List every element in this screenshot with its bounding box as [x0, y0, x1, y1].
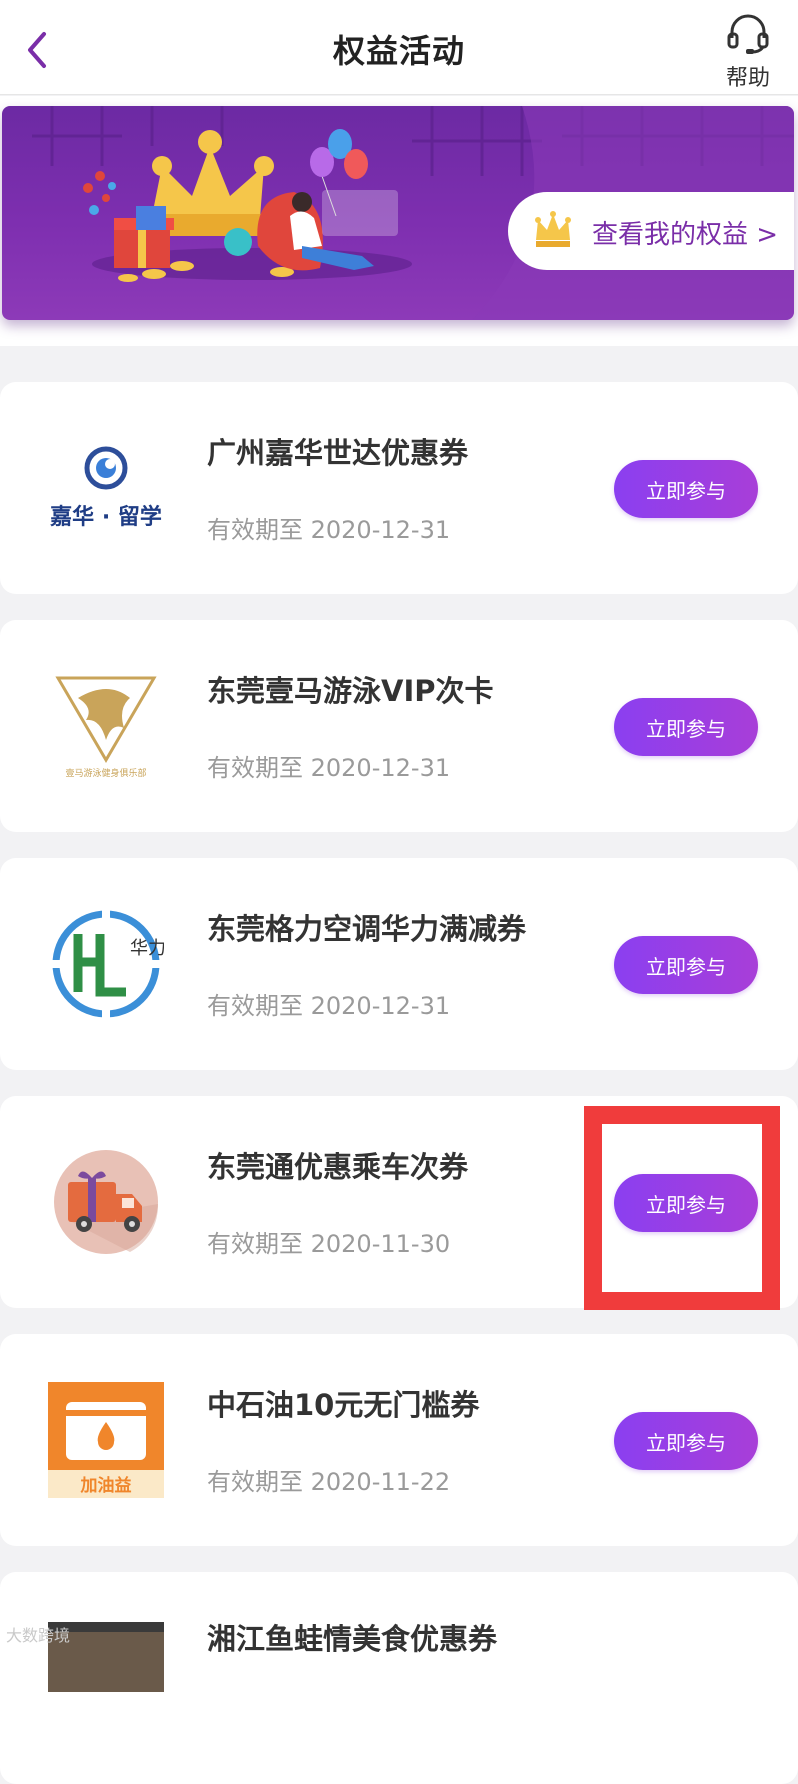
- join-button[interactable]: 立即参与: [614, 1174, 758, 1232]
- activity-name: 广州嘉华世达优惠券: [207, 436, 469, 470]
- activity-name: 东莞通优惠乘车次券: [207, 1150, 469, 1184]
- view-my-rights-button[interactable]: 查看我的权益 >: [508, 192, 794, 270]
- activity-card[interactable]: 东莞通优惠乘车次券 有效期至 2020-11-30 立即参与: [0, 1096, 798, 1308]
- banner-section: 查看我的权益 >: [0, 96, 798, 346]
- activity-card[interactable]: 嘉华 · 留学 广州嘉华世达优惠券 有效期至 2020-12-31 立即参与: [0, 382, 798, 594]
- view-my-rights-label: 查看我的权益 >: [592, 220, 779, 250]
- activity-expiry: 有效期至 2020-12-31: [207, 516, 451, 544]
- activity-name: 东莞壹马游泳VIP次卡: [207, 674, 494, 708]
- help-label: 帮助: [725, 66, 770, 91]
- activity-card[interactable]: 湘江鱼蛙情美食优惠券: [0, 1572, 798, 1784]
- delivery-truck-gift-icon: [54, 1150, 159, 1254]
- activity-expiry: 有效期至 2020-12-31: [207, 754, 451, 782]
- headset-icon: [727, 14, 769, 54]
- join-button[interactable]: 立即参与: [614, 460, 758, 518]
- activity-card[interactable]: 加油益 中石油10元无门槛券 有效期至 2020-11-22 立即参与: [0, 1334, 798, 1546]
- activity-name: 湘江鱼蛙情美食优惠券: [207, 1622, 498, 1656]
- activity-expiry: 有效期至 2020-11-30: [207, 1230, 451, 1258]
- join-button[interactable]: 立即参与: [614, 936, 758, 994]
- yima-swimming-logo: 壹马游泳健身俱乐部: [55, 676, 157, 779]
- help-button[interactable]: 帮助: [720, 14, 776, 92]
- activity-card[interactable]: 华力 东莞格力空调华力满减券 有效期至 2020-12-31 立即参与: [0, 858, 798, 1070]
- logo-text: 嘉华 · 留学: [50, 504, 162, 530]
- jiahua-study-abroad-logo: 嘉华 · 留学: [50, 446, 162, 530]
- logo-text: 华力: [130, 938, 164, 959]
- activity-expiry: 有效期至 2020-12-31: [207, 992, 451, 1020]
- rights-banner[interactable]: 查看我的权益 >: [2, 106, 794, 320]
- join-button[interactable]: 立即参与: [614, 1412, 758, 1470]
- activity-card[interactable]: 壹马游泳健身俱乐部 东莞壹马游泳VIP次卡 有效期至 2020-12-31 立即…: [0, 620, 798, 832]
- activity-expiry: 有效期至 2020-11-22: [207, 1468, 451, 1496]
- top-nav-bar: 权益活动 帮助: [0, 0, 798, 95]
- logo-text: 加油益: [80, 1475, 132, 1496]
- watermark: 大数跨境: [6, 1626, 71, 1645]
- jiayouyi-logo: 加油益: [48, 1382, 164, 1498]
- activity-name: 东莞格力空调华力满减券: [207, 912, 527, 946]
- activity-name: 中石油10元无门槛券: [207, 1388, 480, 1422]
- page-title: 权益活动: [332, 32, 465, 70]
- huali-logo: 华力: [50, 908, 164, 1020]
- logo-text: 壹马游泳健身俱乐部: [65, 767, 146, 779]
- join-button[interactable]: 立即参与: [614, 698, 758, 756]
- crown-icon: [535, 211, 571, 247]
